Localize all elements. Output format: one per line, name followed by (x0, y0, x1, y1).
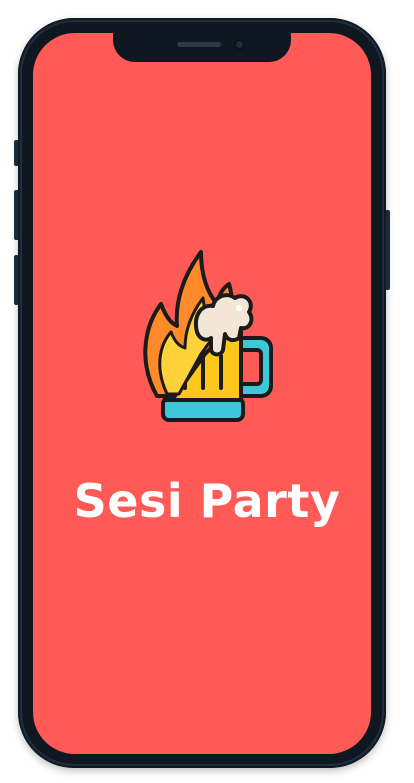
earpiece-speaker (177, 42, 221, 47)
app-title: Sesi Party (73, 474, 341, 528)
app-canvas: Sesi Party (0, 0, 414, 783)
front-camera (234, 39, 245, 50)
beer-mug-with-fire-icon (143, 250, 273, 422)
